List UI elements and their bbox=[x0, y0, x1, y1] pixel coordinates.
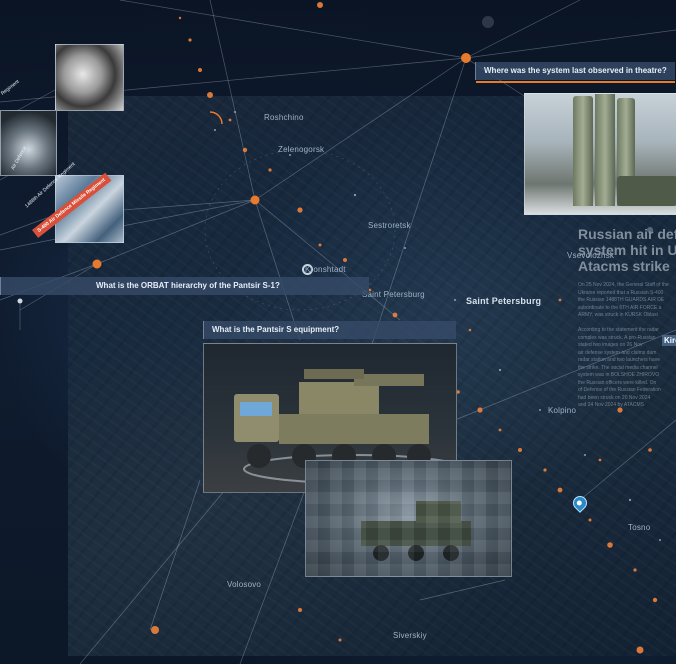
satellite-thumbnail-1[interactable] bbox=[55, 44, 124, 111]
news-article: Russian air defe system hit in Uk Atacms… bbox=[578, 226, 676, 410]
article-line: the Russian 1488TH GUARDS AIR DE bbox=[578, 297, 665, 303]
article-headline-2: system hit in Uk bbox=[578, 242, 676, 258]
map-label-siverskiy: Siverskiy bbox=[393, 631, 427, 640]
article-line: the Russian officers were killed. On bbox=[578, 379, 657, 386]
question-underline bbox=[476, 81, 675, 83]
question-equipment-text: What is the Pantsir S equipment? bbox=[212, 325, 340, 334]
question-equipment[interactable]: What is the Pantsir S equipment? bbox=[203, 321, 456, 339]
article-line: subordinate to the 6TH AIR FORCE a bbox=[578, 304, 662, 311]
article-line: stated two images on 26 Nov bbox=[578, 342, 643, 348]
question-last-observed[interactable]: Where was the system last observed in th… bbox=[475, 62, 675, 83]
article-line: radar station and two launchers have bbox=[578, 357, 660, 363]
s400-launcher-photo[interactable] bbox=[524, 93, 676, 215]
map-label-kolpino: Kolpino bbox=[548, 406, 577, 415]
map-label-saint-petersburg-large: Saint Petersburg bbox=[466, 296, 542, 306]
article-line: system was in BOLSHOE ZHIROVO bbox=[578, 372, 660, 378]
article-line: had been struck on 20 Nov 2024 bbox=[578, 394, 651, 401]
accent-arcs bbox=[209, 111, 223, 125]
article-line: of Defence of the Russian Federation bbox=[578, 387, 661, 393]
article-headline-3: Atacms strike bbox=[578, 258, 670, 274]
article-line: the strike. The social media channel bbox=[578, 364, 658, 371]
map-label-roshchino: Roshchino bbox=[264, 113, 304, 122]
map-label-tosno: Tosno bbox=[628, 523, 651, 532]
article-line: According to the statement the radar bbox=[578, 327, 659, 333]
firing-vehicle-illustration bbox=[361, 501, 471, 561]
article-line: complex was struck. A pro-Russian bbox=[578, 334, 656, 341]
article-headline-1: Russian air defe bbox=[578, 226, 676, 242]
article-line bbox=[578, 320, 676, 328]
question-last-observed-text: Where was the system last observed in th… bbox=[484, 66, 667, 75]
article-line: Ukraine reported that a Russian S-400 bbox=[578, 289, 664, 296]
article-line: air defense system and claims dam bbox=[578, 349, 657, 356]
map-label-sestroretsk: Sestroretsk bbox=[368, 221, 411, 230]
article-line: ARMY, was struck in KURSK Oblast bbox=[578, 312, 658, 318]
satellite-thumbnail-2[interactable] bbox=[0, 110, 57, 176]
map-label-saint-petersburg: Saint Petersburg bbox=[362, 290, 425, 299]
map-label-volosovo: Volosovo bbox=[227, 580, 262, 589]
article-body: On 25 Nov 2024, the General Staff of the… bbox=[578, 282, 676, 410]
map-label-kronshtadt: Kronshtadt bbox=[305, 265, 346, 274]
pantsir-firing-photo[interactable] bbox=[305, 460, 512, 577]
article-line: On 25 Nov 2024, the General Staff of the bbox=[578, 282, 669, 288]
map-label-zelenogorsk: Zelenogorsk bbox=[278, 145, 325, 154]
article-line: and 24 Nov 2024 by ATACMS bbox=[578, 402, 644, 408]
question-orbat-text: What is the ORBAT hierarchy of the Pants… bbox=[96, 281, 280, 290]
intel-visualization: Regiment Air Defence 1488th Air Defence … bbox=[0, 0, 676, 664]
question-orbat[interactable]: What is the ORBAT hierarchy of the Pants… bbox=[0, 277, 369, 295]
